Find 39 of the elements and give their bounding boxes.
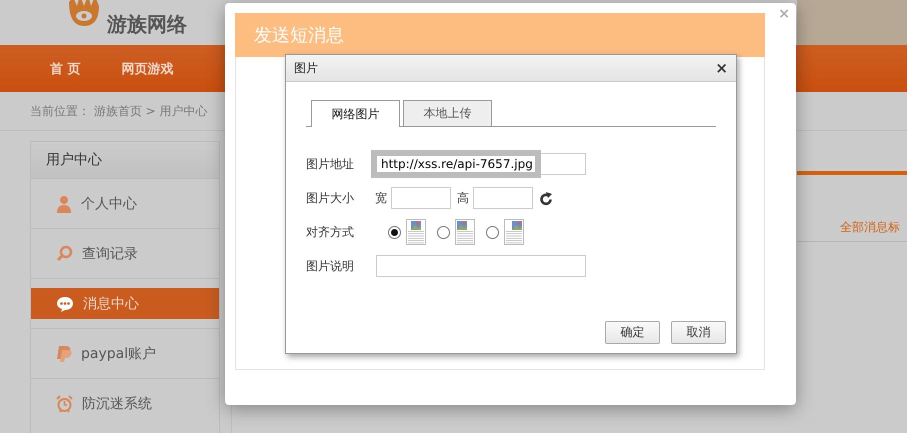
width-field[interactable]	[391, 187, 451, 209]
nav-link[interactable]: 首 页	[50, 60, 81, 78]
field-label: 对齐方式	[306, 224, 355, 240]
person-icon	[56, 194, 72, 212]
image-align-icon[interactable]	[503, 219, 525, 245]
sidebar-item[interactable]: 消息中心	[31, 288, 219, 319]
nav-link[interactable]: 网页游戏	[122, 60, 174, 78]
tab[interactable]: 本地上传	[403, 100, 492, 126]
tab[interactable]: 网络图片	[311, 100, 400, 127]
close-button[interactable]: ×	[778, 7, 790, 21]
chat-icon	[56, 294, 74, 312]
image-align-icon[interactable]	[454, 219, 476, 245]
field-label: 图片说明	[306, 258, 355, 274]
field-label: 图片大小	[306, 190, 355, 206]
height-field[interactable]	[473, 187, 533, 209]
close-button[interactable]: ×	[715, 60, 728, 76]
dialog-button[interactable]: 确定	[605, 321, 660, 344]
sidebar-item[interactable]: 个人中心	[31, 188, 219, 219]
field-label: 图片地址	[306, 156, 355, 172]
dialog-title: 图片	[294, 60, 318, 76]
radio-button[interactable]	[486, 226, 499, 238]
logo-name: 游族网络	[107, 14, 187, 34]
radio-button[interactable]	[437, 226, 450, 238]
caption-field[interactable]	[376, 255, 586, 277]
width-label: 宽	[375, 190, 387, 206]
paypal-icon	[56, 344, 72, 362]
breadcrumb: 当前位置： 游族首页 > 用户中心	[30, 102, 208, 120]
mark-all-read-link[interactable]: 全部消息标	[840, 220, 900, 234]
radio-button[interactable]	[388, 226, 401, 238]
height-label: 高	[457, 190, 469, 206]
refresh-icon[interactable]	[539, 190, 553, 206]
alarm-clock-icon	[56, 394, 73, 412]
dialog-title: 发送短消息	[235, 13, 765, 57]
sidebar-item[interactable]: 防沉迷系统	[31, 388, 219, 419]
sidebar-item[interactable]: paypal账户	[31, 338, 219, 369]
search-icon	[56, 245, 73, 262]
sidebar-item[interactable]: 查询记录	[31, 238, 219, 269]
dialog-button[interactable]: 取消	[671, 321, 726, 344]
url-field[interactable]: http://xss.re/api-7657.jpg	[376, 153, 586, 175]
